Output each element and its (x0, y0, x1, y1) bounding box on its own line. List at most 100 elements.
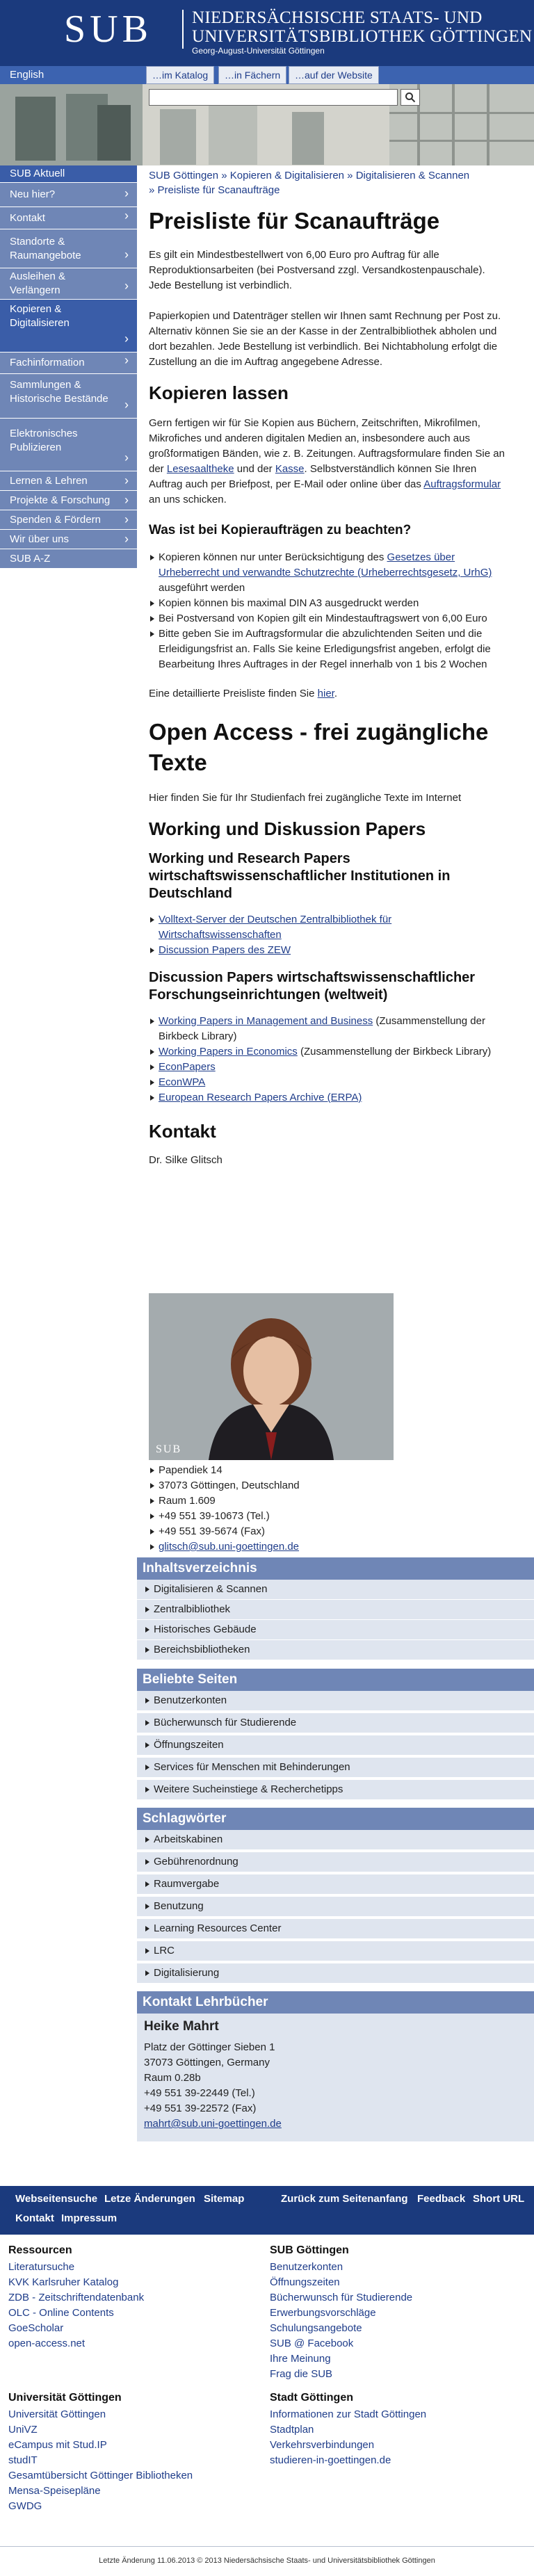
tab-in-faechern[interactable]: …in Fächern (218, 66, 287, 84)
nav-sammlungen[interactable]: Sammlungen & Historische Bestände › (0, 374, 137, 419)
nav-neu-hier[interactable]: Neu hier? › (0, 183, 137, 207)
box-item[interactable]: Raumvergabe (137, 1874, 534, 1895)
portrait-image (149, 1293, 394, 1460)
footer-link[interactable]: Ihre Meinung (270, 2351, 520, 2367)
footer-link-letze-aenderungen[interactable]: Letze Änderungen (104, 2193, 195, 2205)
search-button[interactable] (400, 89, 420, 106)
sub-logo[interactable]: SUB (64, 8, 152, 50)
contact-name: Heike Mahrt (144, 2019, 219, 2034)
contact-line: +49 551 39-22572 (Fax) (144, 2103, 257, 2114)
link-preisliste[interactable]: hier (318, 688, 334, 699)
footer-link[interactable]: GWDG (8, 2499, 259, 2514)
nav-sub-aktuell[interactable]: SUB Aktuell (0, 165, 137, 183)
nav-spenden-foerdern[interactable]: Spenden & Fördern › (0, 510, 137, 530)
box-header-inhalt: Inhaltsverzeichnis (137, 1557, 534, 1580)
footer-link[interactable]: Mensa-Speisepläne (8, 2484, 259, 2499)
footer-link[interactable]: eCampus mit Stud.IP (8, 2438, 259, 2453)
box-item[interactable]: Benutzung (137, 1897, 534, 1917)
footer-link-webseitensuche[interactable]: Webseitensuche (15, 2193, 97, 2205)
heading-discussion-papers: Discussion Papers wirtschaftswissenschaf… (149, 970, 476, 1003)
footer-link[interactable]: studIT (8, 2453, 259, 2468)
link-zbw-volltext[interactable]: Volltext-Server der Deutschen Zentralbib… (159, 914, 391, 941)
footer-link[interactable]: Schulungsangebote (270, 2321, 520, 2336)
footer-link[interactable]: GoeScholar (8, 2321, 259, 2336)
nav-elektronisches-publizieren[interactable]: Elektronisches Publizieren › (0, 419, 137, 471)
box-item[interactable]: Digitalisierung (137, 1963, 534, 1984)
tab-auf-der-website[interactable]: …auf der Website (289, 66, 379, 84)
box-item[interactable]: LRC (137, 1941, 534, 1961)
footer-link[interactable]: open-access.net (8, 2336, 259, 2351)
box-item-label: Zentralbibliothek (144, 1603, 230, 1615)
footer-link[interactable]: Frag die SUB (270, 2367, 520, 2382)
footer-link-feedback[interactable]: Feedback (417, 2193, 465, 2205)
nav-projekte-forschung[interactable]: Projekte & Forschung › (0, 491, 137, 510)
heading-kontakt: Kontakt (149, 1121, 216, 1142)
language-switch-link[interactable]: English (0, 66, 143, 84)
footer-link[interactable]: Bücherwunsch für Studierende (270, 2290, 520, 2306)
box-item[interactable]: Zentralbibliothek (137, 1600, 534, 1620)
breadcrumb-link[interactable]: Digitalisieren & Scannen (356, 170, 469, 181)
box-item[interactable]: Öffnungszeiten (137, 1735, 534, 1756)
link-erpa[interactable]: European Research Papers Archive (ERPA) (159, 1092, 362, 1103)
footer-link-short-url[interactable]: Short URL (473, 2193, 524, 2205)
footer-link-impressum[interactable]: Impressum (61, 2212, 117, 2224)
footer-link[interactable]: Gesamtübersicht Göttinger Bibliotheken (8, 2468, 259, 2484)
link-econpapers[interactable]: EconPapers (159, 1061, 216, 1073)
box-item[interactable]: Digitalisieren & Scannen (137, 1580, 534, 1600)
box-item[interactable]: Learning Resources Center (137, 1919, 534, 1939)
box-item[interactable]: Services für Menschen mit Behinderungen (137, 1758, 534, 1778)
contact-line: +49 551 39-22449 (Tel.) (144, 2087, 255, 2099)
footer-link[interactable]: Stadtplan (270, 2422, 520, 2438)
university-name: Georg-August-Universität Göttingen (192, 46, 325, 56)
link-wp-management[interactable]: Working Papers in Management and Busines… (159, 1015, 373, 1027)
tab-im-katalog[interactable]: …im Katalog (146, 66, 215, 84)
link-wp-economics[interactable]: Working Papers in Economics (159, 1046, 298, 1058)
nav-standorte[interactable]: Standorte & Raumangebote › (0, 229, 137, 268)
link-zew[interactable]: Discussion Papers des ZEW (159, 944, 291, 956)
footer-link[interactable]: KVK Karlsruher Katalog (8, 2275, 259, 2290)
footer-link[interactable]: Literatursuche (8, 2260, 259, 2275)
nav-kopieren-digitalisieren[interactable]: Kopieren & Digitalisieren › (0, 300, 137, 353)
box-item[interactable]: Gebührenordnung (137, 1852, 534, 1872)
box-item[interactable]: Weitere Sucheinstiege & Recherchetipps (137, 1780, 534, 1800)
nav-sub-a-z[interactable]: SUB A-Z (0, 549, 137, 569)
footer-link[interactable]: Informationen zur Stadt Göttingen (270, 2407, 520, 2422)
breadcrumb-link[interactable]: SUB Göttingen (149, 170, 218, 181)
footer-link[interactable]: Öffnungszeiten (270, 2275, 520, 2290)
contact-line: Raum 0.28b (144, 2072, 201, 2084)
footer-link[interactable]: Benutzerkonten (270, 2260, 520, 2275)
nav-ausleihen[interactable]: Ausleihen & Verlängern › (0, 268, 137, 300)
box-item[interactable]: Historisches Gebäude (137, 1620, 534, 1640)
email-link[interactable]: glitsch@sub.uni-goettingen.de (159, 1541, 299, 1553)
footer-link[interactable]: Verkehrsverbindungen (270, 2438, 520, 2453)
footer-link[interactable]: UniVZ (8, 2422, 259, 2438)
box-item[interactable]: Bücherwunsch für Studierende (137, 1713, 534, 1733)
box-item-label: Arbeitskabinen (144, 1833, 222, 1845)
footer-link-seitenanfang[interactable]: Zurück zum Seitenanfang (281, 2193, 408, 2205)
link-auftragsformular[interactable]: Auftragsformular (423, 478, 501, 490)
box-item-label: Bücherwunsch für Studierende (144, 1717, 296, 1728)
box-item[interactable]: Arbeitskabinen (137, 1830, 534, 1850)
nav-kontakt[interactable]: Kontakt › (0, 207, 137, 229)
link-lesesaaltheke[interactable]: Lesesaaltheke (167, 463, 234, 475)
email-link[interactable]: mahrt@sub.uni-goettingen.de (144, 2118, 282, 2130)
nav-wir-ueber-uns[interactable]: Wir über uns › (0, 530, 137, 549)
footer-link[interactable]: ZDB - Zeitschriftendatenbank (8, 2290, 259, 2306)
box-item[interactable]: Benutzerkonten (137, 1691, 534, 1711)
footer-link[interactable]: studieren-in-goettingen.de (270, 2453, 520, 2468)
footer-link-sitemap[interactable]: Sitemap (204, 2193, 244, 2205)
link-kasse[interactable]: Kasse (275, 463, 305, 475)
footer-link[interactable]: SUB @ Facebook (270, 2336, 520, 2351)
breadcrumb-current[interactable]: Preisliste für Scanaufträge (158, 184, 280, 196)
footer-link-kontakt[interactable]: Kontakt (15, 2212, 54, 2224)
nav-lernen-lehren[interactable]: Lernen & Lehren › (0, 471, 137, 491)
footer-link[interactable]: OLC - Online Contents (8, 2306, 259, 2321)
nav-fachinformation[interactable]: Fachinformation › (0, 353, 137, 374)
footer-link[interactable]: Erwerbungsvorschläge (270, 2306, 520, 2321)
footer-link[interactable]: Universität Göttingen (8, 2407, 259, 2422)
box-item[interactable]: Bereichsbibliotheken (137, 1640, 534, 1660)
breadcrumb-link[interactable]: Kopieren & Digitalisieren (230, 170, 344, 181)
link-econwpa[interactable]: EconWPA (159, 1076, 205, 1088)
nav-label: Fachinformation (10, 357, 85, 368)
search-input[interactable] (149, 89, 398, 106)
